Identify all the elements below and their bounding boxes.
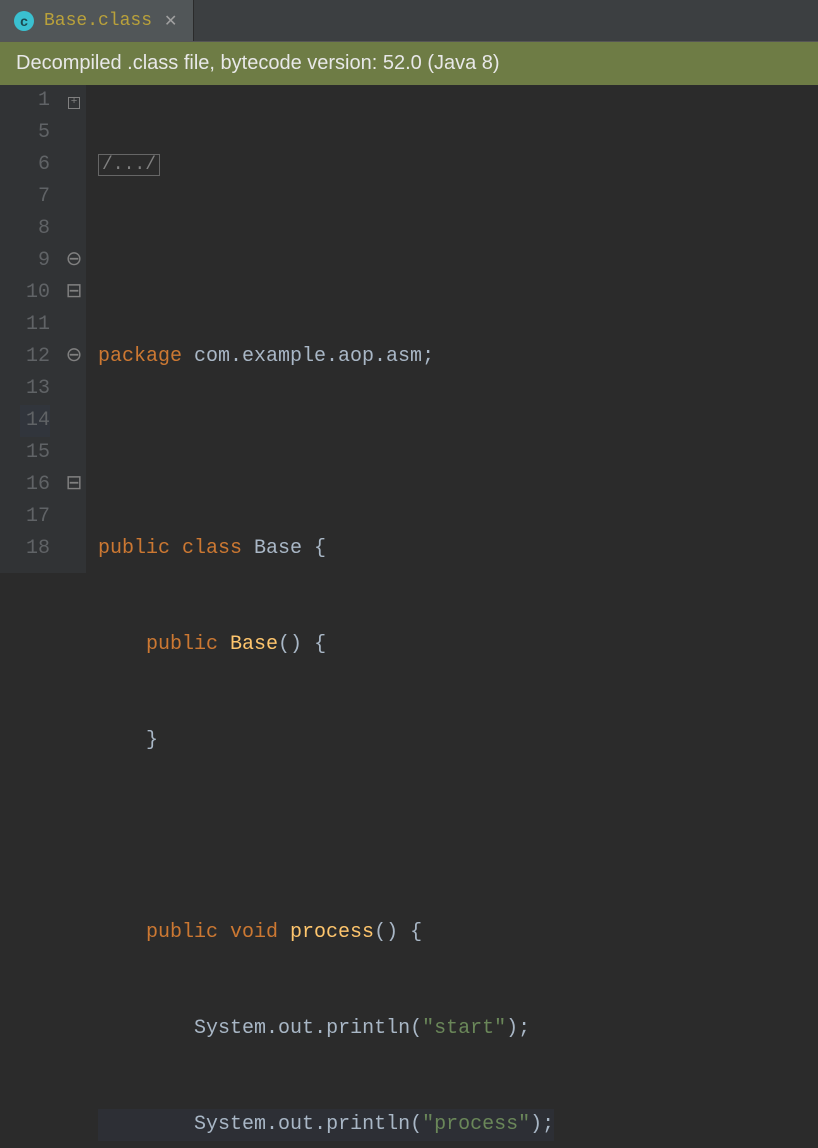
tab-label: Base.class	[44, 11, 152, 31]
tab-bar: c Base.class ✕	[0, 0, 818, 42]
line-number: 16	[20, 469, 50, 501]
line-number: 1	[20, 85, 50, 117]
folded-region[interactable]: /.../	[98, 154, 160, 176]
code-line	[98, 245, 554, 277]
fold-end-icon[interactable]: ⊟	[62, 277, 86, 309]
line-number: 5	[20, 117, 50, 149]
line-number: 13	[20, 373, 50, 405]
fold-gutter: + ⊖ ⊟ ⊖ ⊟	[62, 85, 86, 573]
close-icon[interactable]: ✕	[162, 11, 179, 31]
code-editor[interactable]: 1 5 6 7 8 9 10 11 12 13 14 15 16 17 18 +…	[0, 85, 818, 573]
fold-expand-icon[interactable]: +	[62, 85, 86, 117]
fold-end-icon[interactable]: ⊟	[62, 469, 86, 501]
line-number: 18	[20, 533, 50, 565]
code-line: package com.example.aop.asm;	[98, 341, 554, 373]
line-number: 9	[20, 245, 50, 277]
code-line: /.../	[98, 149, 554, 181]
line-number: 15	[20, 437, 50, 469]
class-file-icon: c	[14, 11, 34, 31]
code-line: public class Base {	[98, 533, 554, 565]
line-number: 12	[20, 341, 50, 373]
decompiled-banner: Decompiled .class file, bytecode version…	[0, 42, 818, 85]
code-line: }	[98, 725, 554, 757]
file-tab[interactable]: c Base.class ✕	[0, 0, 194, 41]
line-number: 10	[20, 277, 50, 309]
line-number: 11	[20, 309, 50, 341]
line-number: 6	[20, 149, 50, 181]
code-line: System.out.println("start");	[98, 1013, 554, 1045]
line-number-gutter: 1 5 6 7 8 9 10 11 12 13 14 15 16 17 18	[0, 85, 62, 573]
code-area[interactable]: /.../ package com.example.aop.asm; publi…	[86, 85, 554, 573]
line-number: 14	[20, 405, 50, 437]
code-line	[98, 437, 554, 469]
line-number: 17	[20, 501, 50, 533]
code-line: System.out.println("process");	[98, 1109, 554, 1141]
fold-collapse-icon[interactable]: ⊖	[62, 341, 86, 373]
fold-collapse-icon[interactable]: ⊖	[62, 245, 86, 277]
code-line	[98, 821, 554, 853]
code-line: public void process() {	[98, 917, 554, 949]
line-number: 7	[20, 181, 50, 213]
code-line: public Base() {	[98, 629, 554, 661]
line-number: 8	[20, 213, 50, 245]
